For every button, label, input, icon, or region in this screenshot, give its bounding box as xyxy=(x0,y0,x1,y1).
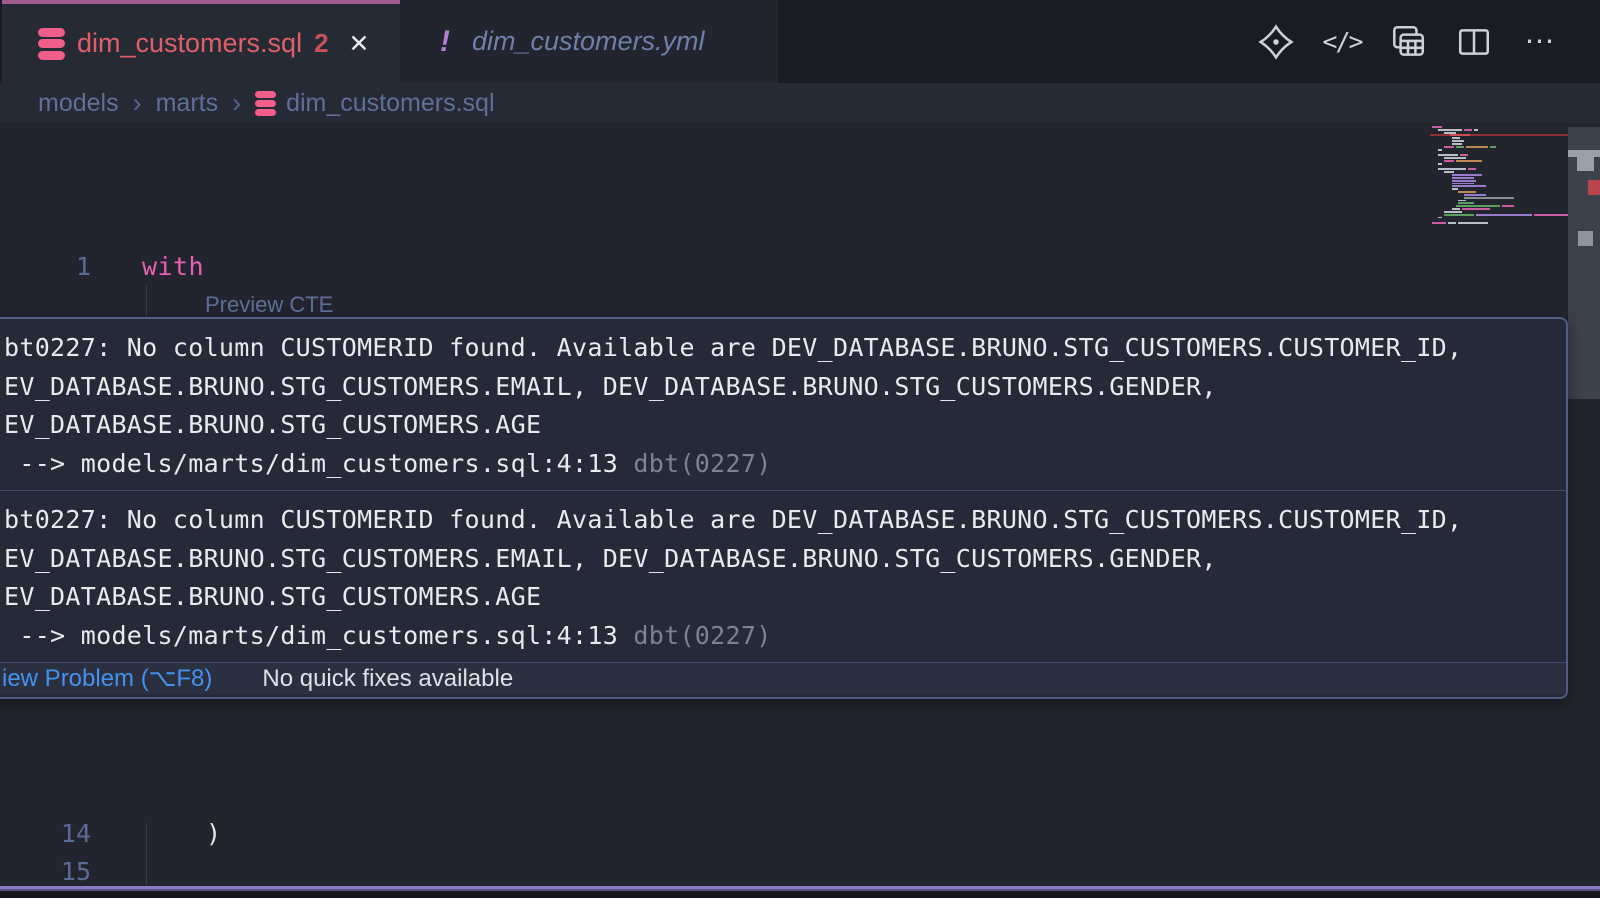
warning-exclamation-icon: ! xyxy=(440,25,450,59)
overview-marker xyxy=(1577,157,1594,171)
error-message-block: bt0227: No column CUSTOMERID found. Avai… xyxy=(0,319,1566,491)
error-text: EV_DATABASE.BRUNO.STG_CUSTOMERS.EMAIL, D… xyxy=(4,368,1564,407)
tab-dim-customers-yml[interactable]: ! dim_customers.yml xyxy=(400,0,778,83)
database-icon xyxy=(255,91,276,116)
tab-problem-count-badge: 2 xyxy=(314,28,328,59)
code-lens-preview-cte[interactable]: Preview CTE xyxy=(205,292,333,318)
error-text: EV_DATABASE.BRUNO.STG_CUSTOMERS.EMAIL, D… xyxy=(4,540,1564,579)
more-actions-icon[interactable]: ⋯ xyxy=(1520,22,1560,62)
error-location: --> models/marts/dim_customers.sql:4:13 … xyxy=(4,617,1564,656)
tab-dim-customers-sql[interactable]: dim_customers.sql 2 ✕ xyxy=(2,0,400,83)
split-editor-icon[interactable] xyxy=(1454,22,1494,62)
error-text: EV_DATABASE.BRUNO.STG_CUSTOMERS.AGE xyxy=(4,578,1564,617)
close-icon[interactable]: ✕ xyxy=(349,29,370,59)
editor-toolbar: </> ⋯ xyxy=(1256,0,1560,83)
breadcrumb: models › marts › dim_customers.sql xyxy=(0,83,1600,123)
line-number: 14 xyxy=(39,815,91,853)
error-code: dbt(0227) xyxy=(633,621,771,650)
chevron-right-icon: › xyxy=(133,88,142,119)
error-message-block: bt0227: No column CUSTOMERID found. Avai… xyxy=(0,491,1566,663)
query-results-icon[interactable] xyxy=(1388,22,1428,62)
overview-error-marker xyxy=(1588,180,1600,195)
chevron-right-icon: › xyxy=(232,88,241,119)
indent-guide xyxy=(146,823,147,891)
code-preview-icon[interactable]: </> xyxy=(1322,22,1362,62)
dbt-logo-icon[interactable] xyxy=(1256,22,1296,62)
code-line-14[interactable]: ) xyxy=(206,815,222,853)
hover-status-bar: iew Problem (⌥F8) No quick fixes availab… xyxy=(0,663,1566,694)
scrollbar[interactable] xyxy=(1568,123,1600,886)
tab-bar: dim_customers.sql 2 ✕ ! dim_customers.ym… xyxy=(0,0,1600,83)
tab-title: dim_customers.sql xyxy=(77,28,302,59)
error-code: dbt(0227) xyxy=(633,449,771,478)
error-text: bt0227: No column CUSTOMERID found. Avai… xyxy=(4,329,1564,368)
breadcrumb-file[interactable]: dim_customers.sql xyxy=(286,89,494,118)
overview-marker xyxy=(1568,150,1600,157)
error-text: bt0227: No column CUSTOMERID found. Avai… xyxy=(4,501,1564,540)
error-location: --> models/marts/dim_customers.sql:4:13 … xyxy=(4,445,1564,484)
overview-marker xyxy=(1578,231,1593,246)
database-icon xyxy=(38,28,65,60)
line-number: 1 xyxy=(39,248,91,286)
minimap[interactable] xyxy=(1430,126,1568,236)
window-bottom-edge xyxy=(0,891,1600,898)
code-line-1[interactable]: with xyxy=(142,248,204,286)
view-problem-link[interactable]: iew Problem (⌥F8) xyxy=(2,664,212,693)
error-hover-tooltip: bt0227: No column CUSTOMERID found. Avai… xyxy=(0,317,1568,699)
error-text: EV_DATABASE.BRUNO.STG_CUSTOMERS.AGE xyxy=(4,406,1564,445)
no-quick-fixes-label: No quick fixes available xyxy=(262,665,513,693)
tab-title: dim_customers.yml xyxy=(472,26,705,57)
breadcrumb-marts[interactable]: marts xyxy=(156,89,219,118)
breadcrumb-models[interactable]: models xyxy=(38,89,119,118)
